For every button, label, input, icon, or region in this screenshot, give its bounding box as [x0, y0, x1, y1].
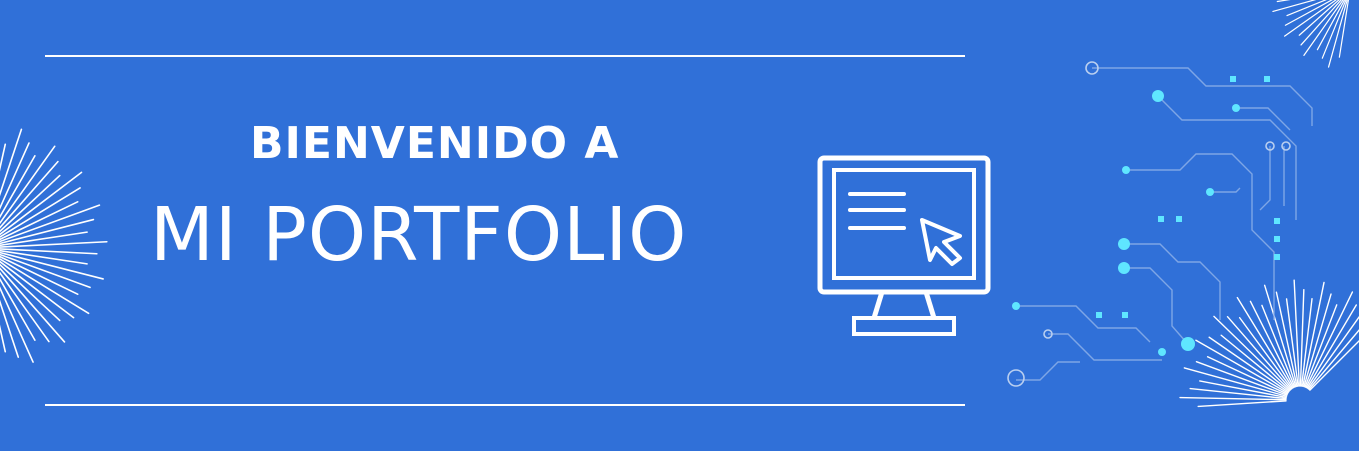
circuit-board-decoration — [1007, 61, 1313, 387]
welcome-banner: BIENVENIDO A MI PORTFOLIO — [0, 0, 1359, 451]
